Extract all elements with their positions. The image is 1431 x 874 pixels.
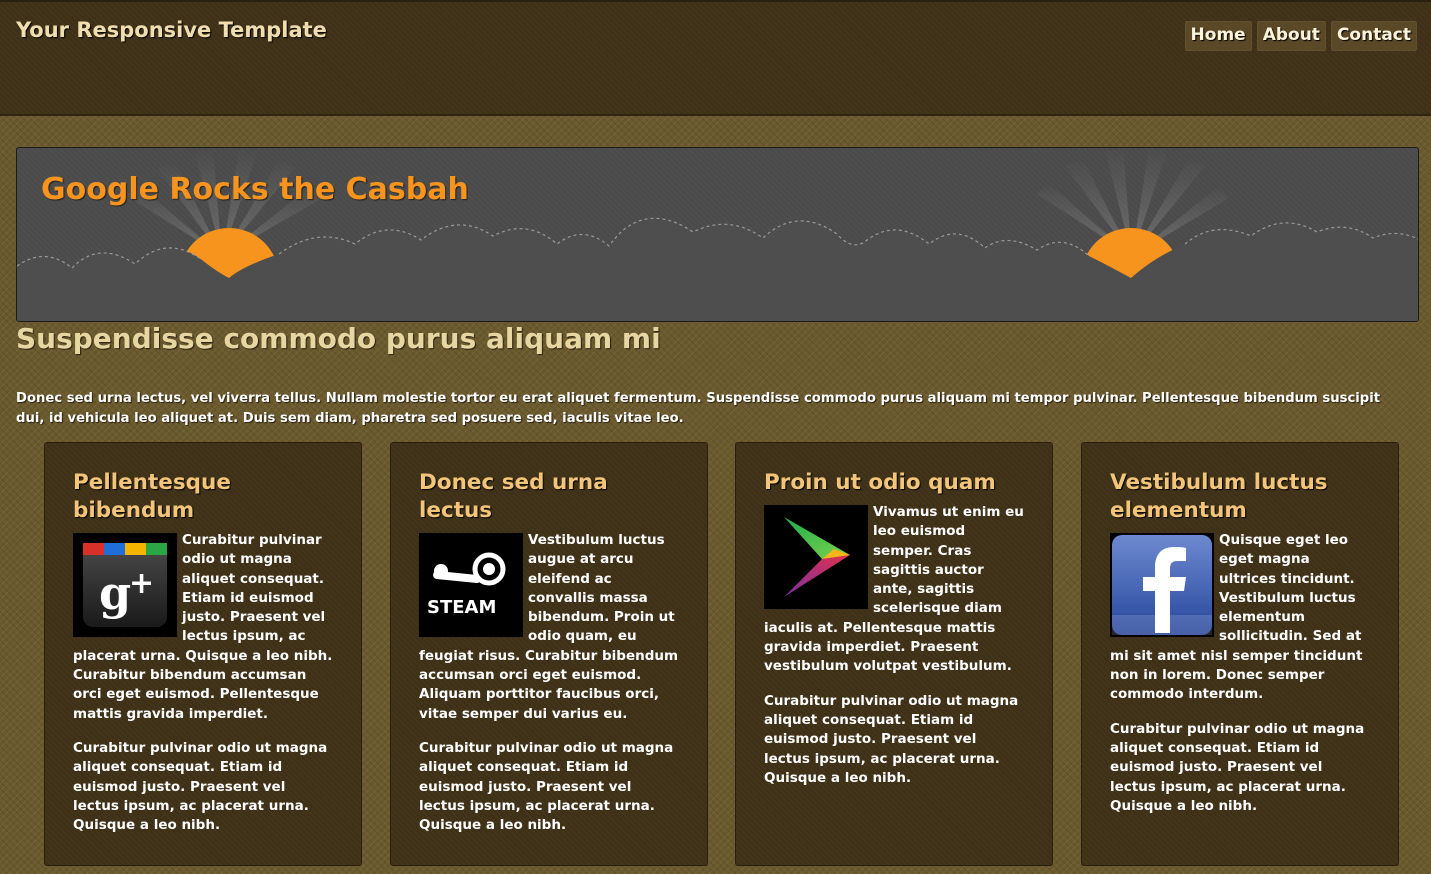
svg-text:g: g	[99, 566, 131, 620]
card-play-store: Proin ut odio quam Vivamus ut enim eu le…	[735, 442, 1053, 866]
card-body: Vivamus ut enim eu leo euismod semper. C…	[764, 503, 1024, 788]
google-plus-icon: g +	[73, 533, 177, 637]
intro-paragraph: Donec sed urna lectus, vel viverra tellu…	[16, 391, 1381, 426]
card-facebook: Vestibulum luctus elementum Quisque eget…	[1081, 442, 1399, 866]
card-steam: Donec sed urna lectus STEAM Vestibulum l…	[390, 442, 708, 866]
svg-text:+: +	[129, 566, 154, 601]
banner-title: Google Rocks the Casbah	[41, 172, 469, 207]
facebook-icon	[1110, 533, 1214, 637]
hero-banner: Google Rocks the Casbah	[16, 147, 1419, 322]
site-header: Your Responsive Template Home About Cont…	[0, 0, 1431, 116]
nav-home-link[interactable]: Home	[1184, 21, 1252, 51]
card-title: Vestibulum luctus elementum	[1110, 470, 1328, 523]
card-title: Donec sed urna lectus	[419, 470, 608, 523]
play-store-icon	[764, 505, 868, 609]
card-body: Quisque eget leo eget magna ultrices tin…	[1110, 531, 1370, 816]
card-text-secondary: Curabitur pulvinar odio ut magna aliquet…	[764, 692, 1019, 786]
card-text-secondary: Curabitur pulvinar odio ut magna aliquet…	[419, 739, 674, 834]
steam-icon: STEAM	[419, 533, 523, 637]
page-heading: Suspendisse commodo purus aliquam mi	[16, 322, 661, 355]
nav-contact-link[interactable]: Contact	[1330, 21, 1417, 51]
steam-wordmark: STEAM	[427, 597, 496, 618]
card-title: Pellentesque bibendum	[73, 470, 231, 523]
card-body: g + Curabitur pulvinar odio ut magna ali…	[73, 531, 333, 835]
card-text-secondary: Curabitur pulvinar odio ut magna aliquet…	[73, 739, 328, 834]
card-text-secondary: Curabitur pulvinar odio ut magna aliquet…	[1110, 720, 1365, 814]
nav-about-link[interactable]: About	[1256, 21, 1326, 51]
card-google-plus: Pellentesque bibendum g + Curabitur pulv…	[44, 442, 362, 866]
main-nav: Home About Contact	[1184, 21, 1417, 51]
card-body: STEAM Vestibulum luctus augue at arcu el…	[419, 531, 679, 835]
site-title[interactable]: Your Responsive Template	[16, 18, 327, 42]
card-title: Proin ut odio quam	[764, 470, 996, 495]
